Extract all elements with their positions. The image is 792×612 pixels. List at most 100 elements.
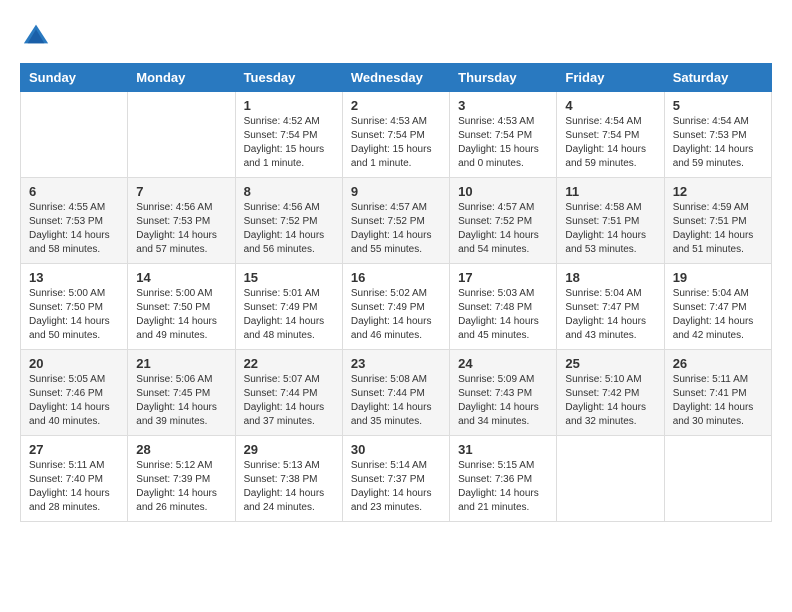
calendar-header-thursday: Thursday <box>450 64 557 92</box>
day-info: Sunrise: 5:04 AMSunset: 7:47 PMDaylight:… <box>673 287 763 343</box>
calendar-week-row: 20 Sunrise: 5:05 AMSunset: 7:46 PMDayligh… <box>21 350 772 436</box>
calendar-cell: 15 Sunrise: 5:01 AMSunset: 7:49 PMDayligh… <box>235 264 342 350</box>
day-info: Sunrise: 5:11 AMSunset: 7:40 PMDaylight:… <box>29 459 119 515</box>
day-info: Sunrise: 5:07 AMSunset: 7:44 PMDaylight:… <box>244 373 334 429</box>
page-header <box>20 20 772 53</box>
day-number: 3 <box>458 98 548 113</box>
day-info: Sunrise: 4:56 AMSunset: 7:53 PMDaylight:… <box>136 201 226 257</box>
day-info: Sunrise: 5:12 AMSunset: 7:39 PMDaylight:… <box>136 459 226 515</box>
calendar-week-row: 27 Sunrise: 5:11 AMSunset: 7:40 PMDayligh… <box>21 436 772 522</box>
calendar-week-row: 13 Sunrise: 5:00 AMSunset: 7:50 PMDayligh… <box>21 264 772 350</box>
day-info: Sunrise: 4:57 AMSunset: 7:52 PMDaylight:… <box>458 201 548 257</box>
day-number: 27 <box>29 442 119 457</box>
calendar-cell: 30 Sunrise: 5:14 AMSunset: 7:37 PMDayligh… <box>342 436 449 522</box>
calendar-table: SundayMondayTuesdayWednesdayThursdayFrid… <box>20 63 772 522</box>
day-number: 8 <box>244 184 334 199</box>
calendar-cell: 21 Sunrise: 5:06 AMSunset: 7:45 PMDayligh… <box>128 350 235 436</box>
day-info: Sunrise: 4:57 AMSunset: 7:52 PMDaylight:… <box>351 201 441 257</box>
day-number: 6 <box>29 184 119 199</box>
day-number: 22 <box>244 356 334 371</box>
calendar-cell: 23Sunrise: 5:08 AMSunset: 7:44 PMDayligh… <box>342 350 449 436</box>
calendar-header-row: SundayMondayTuesdayWednesdayThursdayFrid… <box>21 64 772 92</box>
calendar-cell: 12 Sunrise: 4:59 AMSunset: 7:51 PMDayligh… <box>664 178 771 264</box>
day-info: Sunrise: 5:10 AMSunset: 7:42 PMDaylight:… <box>565 373 655 429</box>
calendar-header-sunday: Sunday <box>21 64 128 92</box>
day-number: 17 <box>458 270 548 285</box>
day-info: Sunrise: 4:52 AMSunset: 7:54 PMDaylight:… <box>244 115 334 171</box>
calendar-cell: 18Sunrise: 5:04 AMSunset: 7:47 PMDayligh… <box>557 264 664 350</box>
calendar-week-row: 1 Sunrise: 4:52 AMSunset: 7:54 PMDaylight… <box>21 92 772 178</box>
calendar-cell: 10 Sunrise: 4:57 AMSunset: 7:52 PMDayligh… <box>450 178 557 264</box>
day-number: 11 <box>565 184 655 199</box>
calendar-cell: 26 Sunrise: 5:11 AMSunset: 7:41 PMDayligh… <box>664 350 771 436</box>
day-number: 12 <box>673 184 763 199</box>
day-info: Sunrise: 5:09 AMSunset: 7:43 PMDaylight:… <box>458 373 548 429</box>
day-info: Sunrise: 5:05 AMSunset: 7:46 PMDaylight:… <box>29 373 119 429</box>
day-number: 31 <box>458 442 548 457</box>
calendar-header-wednesday: Wednesday <box>342 64 449 92</box>
calendar-cell: 17 Sunrise: 5:03 AMSunset: 7:48 PMDayligh… <box>450 264 557 350</box>
day-info: Sunrise: 5:01 AMSunset: 7:49 PMDaylight:… <box>244 287 334 343</box>
day-number: 13 <box>29 270 119 285</box>
day-number: 21 <box>136 356 226 371</box>
day-number: 14 <box>136 270 226 285</box>
calendar-cell: 4 Sunrise: 4:54 AMSunset: 7:54 PMDaylight… <box>557 92 664 178</box>
calendar-cell: 19Sunrise: 5:04 AMSunset: 7:47 PMDayligh… <box>664 264 771 350</box>
day-number: 1 <box>244 98 334 113</box>
day-number: 5 <box>673 98 763 113</box>
day-info: Sunrise: 4:53 AMSunset: 7:54 PMDaylight:… <box>458 115 548 171</box>
calendar-header-saturday: Saturday <box>664 64 771 92</box>
day-number: 10 <box>458 184 548 199</box>
day-info: Sunrise: 5:08 AMSunset: 7:44 PMDaylight:… <box>351 373 441 429</box>
day-number: 28 <box>136 442 226 457</box>
logo-text <box>20 20 50 53</box>
day-number: 24 <box>458 356 548 371</box>
day-number: 29 <box>244 442 334 457</box>
calendar-cell: 31 Sunrise: 5:15 AMSunset: 7:36 PMDayligh… <box>450 436 557 522</box>
day-info: Sunrise: 5:11 AMSunset: 7:41 PMDaylight:… <box>673 373 763 429</box>
day-number: 18 <box>565 270 655 285</box>
day-number: 26 <box>673 356 763 371</box>
calendar-cell: 22 Sunrise: 5:07 AMSunset: 7:44 PMDayligh… <box>235 350 342 436</box>
day-info: Sunrise: 4:53 AMSunset: 7:54 PMDaylight:… <box>351 115 441 171</box>
calendar-week-row: 6 Sunrise: 4:55 AMSunset: 7:53 PMDaylight… <box>21 178 772 264</box>
day-info: Sunrise: 4:55 AMSunset: 7:53 PMDaylight:… <box>29 201 119 257</box>
day-number: 16 <box>351 270 441 285</box>
day-number: 15 <box>244 270 334 285</box>
calendar-header-tuesday: Tuesday <box>235 64 342 92</box>
day-info: Sunrise: 5:15 AMSunset: 7:36 PMDaylight:… <box>458 459 548 515</box>
calendar-cell <box>557 436 664 522</box>
calendar-cell: 7 Sunrise: 4:56 AMSunset: 7:53 PMDaylight… <box>128 178 235 264</box>
day-info: Sunrise: 4:54 AMSunset: 7:54 PMDaylight:… <box>565 115 655 171</box>
day-info: Sunrise: 5:00 AMSunset: 7:50 PMDaylight:… <box>29 287 119 343</box>
calendar-cell: 5 Sunrise: 4:54 AMSunset: 7:53 PMDaylight… <box>664 92 771 178</box>
calendar-cell: 13 Sunrise: 5:00 AMSunset: 7:50 PMDayligh… <box>21 264 128 350</box>
day-info: Sunrise: 5:03 AMSunset: 7:48 PMDaylight:… <box>458 287 548 343</box>
calendar-cell: 20 Sunrise: 5:05 AMSunset: 7:46 PMDayligh… <box>21 350 128 436</box>
logo <box>20 20 50 53</box>
calendar-cell <box>664 436 771 522</box>
day-info: Sunrise: 5:06 AMSunset: 7:45 PMDaylight:… <box>136 373 226 429</box>
day-number: 20 <box>29 356 119 371</box>
calendar-cell: 24 Sunrise: 5:09 AMSunset: 7:43 PMDayligh… <box>450 350 557 436</box>
day-info: Sunrise: 4:54 AMSunset: 7:53 PMDaylight:… <box>673 115 763 171</box>
calendar-cell: 8 Sunrise: 4:56 AMSunset: 7:52 PMDaylight… <box>235 178 342 264</box>
calendar-cell: 28 Sunrise: 5:12 AMSunset: 7:39 PMDayligh… <box>128 436 235 522</box>
day-number: 9 <box>351 184 441 199</box>
calendar-cell: 25Sunrise: 5:10 AMSunset: 7:42 PMDayligh… <box>557 350 664 436</box>
day-number: 4 <box>565 98 655 113</box>
day-info: Sunrise: 5:14 AMSunset: 7:37 PMDaylight:… <box>351 459 441 515</box>
calendar-cell: 11Sunrise: 4:58 AMSunset: 7:51 PMDayligh… <box>557 178 664 264</box>
day-number: 30 <box>351 442 441 457</box>
day-info: Sunrise: 4:56 AMSunset: 7:52 PMDaylight:… <box>244 201 334 257</box>
day-info: Sunrise: 4:59 AMSunset: 7:51 PMDaylight:… <box>673 201 763 257</box>
calendar-cell: 29 Sunrise: 5:13 AMSunset: 7:38 PMDayligh… <box>235 436 342 522</box>
day-number: 7 <box>136 184 226 199</box>
day-number: 2 <box>351 98 441 113</box>
day-info: Sunrise: 5:13 AMSunset: 7:38 PMDaylight:… <box>244 459 334 515</box>
calendar-cell: 1 Sunrise: 4:52 AMSunset: 7:54 PMDaylight… <box>235 92 342 178</box>
day-info: Sunrise: 5:00 AMSunset: 7:50 PMDaylight:… <box>136 287 226 343</box>
calendar-cell <box>21 92 128 178</box>
calendar-cell: 27 Sunrise: 5:11 AMSunset: 7:40 PMDayligh… <box>21 436 128 522</box>
calendar-cell: 14 Sunrise: 5:00 AMSunset: 7:50 PMDayligh… <box>128 264 235 350</box>
